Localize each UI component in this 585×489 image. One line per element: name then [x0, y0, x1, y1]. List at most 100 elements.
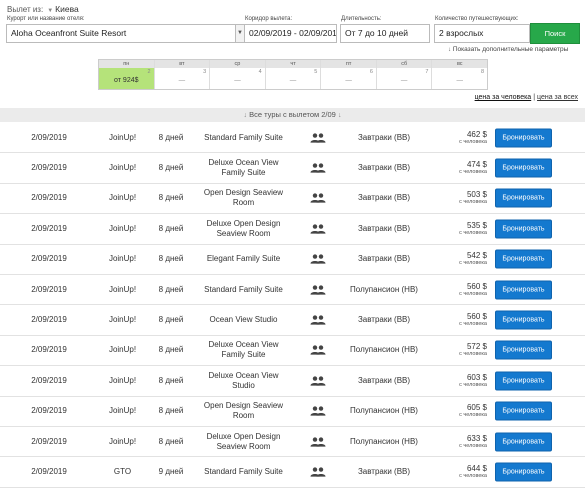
tour-operator: JoinUp! — [108, 315, 137, 325]
tour-operator: JoinUp! — [108, 254, 137, 264]
tour-date: 2/09/2019 — [31, 132, 67, 142]
search-button[interactable]: Поиск — [530, 23, 580, 44]
tour-price-unit: с человека — [459, 138, 487, 145]
nights-select[interactable]: От 7 до 10 дней — [340, 24, 430, 43]
calendar-day-number: 8 — [480, 69, 485, 75]
tour-meal: Завтраки (BB) — [357, 163, 411, 173]
book-button[interactable]: Бронировать — [495, 280, 552, 300]
tour-operator: JoinUp! — [108, 284, 137, 294]
tour-meal: Завтраки (BB) — [357, 132, 411, 142]
book-button[interactable]: Бронировать — [495, 310, 552, 330]
tour-room: Open Design Seaview Room — [203, 188, 284, 208]
chevron-down-icon[interactable]: ▼ — [47, 8, 53, 14]
tour-price: 474 $ с человека — [425, 153, 487, 182]
calendar-day-price: — — [400, 77, 408, 84]
book-button[interactable]: Бронировать — [495, 462, 552, 482]
price-per-person-option[interactable]: цена за человека — [475, 94, 532, 101]
calendar-day-body: 3— — [154, 68, 210, 89]
table-row: 2/09/2019 JoinUp! 8 дней Open Design Seavie… — [0, 184, 585, 215]
tour-duration: 8 дней — [158, 345, 184, 355]
travellers-select[interactable]: 2 взрослых — [434, 24, 530, 43]
calendar-day-price: — — [234, 77, 241, 84]
book-button[interactable]: Бронировать — [495, 340, 552, 360]
two-persons-icon — [300, 305, 336, 334]
departure-city[interactable]: Киева — [55, 4, 79, 14]
price-mode-toggle: цена за человека | цена за всех — [475, 94, 578, 101]
tour-price-amount: 535 $ — [466, 220, 487, 230]
tour-duration: 8 дней — [158, 254, 184, 264]
book-button[interactable]: Бронировать — [495, 188, 552, 208]
hotel-input[interactable]: Aloha Oceanfront Suite Resort — [6, 24, 236, 43]
tour-room: Standard Family Suite — [204, 132, 283, 142]
calendar-day-price: — — [456, 77, 464, 84]
calendar-day[interactable]: чт 5— — [265, 60, 322, 89]
calendar-day-name: вс — [432, 60, 488, 68]
tour-operator: JoinUp! — [108, 345, 137, 355]
departure-label: Вылет из: — [7, 5, 44, 14]
calendar-day[interactable]: пт 6— — [321, 60, 377, 89]
tour-price: 572 $ с человека — [425, 336, 487, 365]
calendar-day-name: чт — [265, 60, 321, 68]
tours-list: 2/09/2019 JoinUp! 8 дней Standard Family Su… — [0, 123, 585, 488]
tour-meal: Полупансион (HB) — [350, 284, 418, 294]
tour-price: 462 $ с человека — [425, 123, 487, 152]
price-calendar: пн 2 от 924$ вт 3— ср 4— чт 5— пт 6— сб 7— вс 8— — [98, 59, 488, 90]
tour-price-amount: 474 $ — [466, 160, 487, 170]
tour-meal: Полупансион (HB) — [350, 345, 418, 355]
calendar-day-number: 3 — [203, 69, 207, 75]
tour-duration: 8 дней — [158, 315, 184, 325]
tour-price: 605 $ с человека — [425, 397, 487, 426]
tour-price: 603 $ с человека — [425, 366, 487, 395]
book-button[interactable]: Бронировать — [495, 249, 552, 269]
tour-operator: JoinUp! — [108, 223, 137, 233]
calendar-day[interactable]: вс 8— — [432, 60, 488, 89]
price-for-all-option[interactable]: цена за всех — [537, 94, 578, 101]
arrow-down-icon: ↓ — [243, 112, 248, 119]
calendar-day-number: 7 — [425, 69, 429, 75]
calendar-day[interactable]: вт 3— — [154, 60, 211, 89]
nights-label: Длительность: — [341, 16, 382, 22]
dates-input[interactable]: 02/09/2019 - 02/09/2019 — [245, 24, 337, 43]
tour-price-unit: с человека — [459, 199, 487, 206]
tour-duration: 8 дней — [158, 132, 184, 142]
tour-date: 2/09/2019 — [31, 406, 67, 416]
tour-operator: JoinUp! — [108, 163, 137, 173]
book-button[interactable]: Бронировать — [495, 401, 552, 421]
tour-price-unit: с человека — [459, 229, 487, 236]
tour-price-amount: 560 $ — [466, 312, 487, 322]
hotel-dropdown-toggle[interactable]: ▼ — [236, 24, 245, 43]
tour-price-unit: с человека — [459, 381, 487, 388]
extra-params-link[interactable]: ↓ Показать дополнительные параметры — [448, 46, 568, 53]
book-button[interactable]: Бронировать — [495, 158, 552, 178]
pax-label: Количество путешествующих: — [435, 16, 519, 22]
book-button[interactable]: Бронировать — [495, 432, 552, 452]
tour-operator: JoinUp! — [108, 436, 137, 446]
tour-price-amount: 633 $ — [466, 433, 487, 443]
tour-date: 2/09/2019 — [31, 315, 67, 325]
arrow-down-icon: ↓ — [448, 47, 451, 53]
tour-operator: JoinUp! — [108, 375, 137, 385]
calendar-day-name: сб — [376, 60, 432, 68]
two-persons-icon — [300, 153, 336, 182]
tour-duration: 8 дней — [158, 163, 184, 173]
calendar-day[interactable]: пн 2 от 924$ — [99, 60, 155, 89]
tour-price: 560 $ с человека — [425, 275, 487, 304]
tour-price-amount: 560 $ — [466, 281, 487, 291]
calendar-day[interactable]: сб 7 — — [376, 60, 433, 89]
tour-price-amount: 542 $ — [466, 251, 487, 261]
tour-duration: 8 дней — [158, 436, 184, 446]
tour-duration: 8 дней — [158, 223, 184, 233]
tour-price-unit: с человека — [459, 321, 487, 328]
tour-date: 2/09/2019 — [31, 345, 67, 355]
book-button[interactable]: Бронировать — [495, 371, 552, 391]
tours-section-header[interactable]: ↓ Все туры с вылетом 2/09 ↓ — [0, 108, 585, 122]
two-persons-icon — [300, 457, 336, 486]
calendar-day-body: 8— — [432, 68, 488, 89]
tour-price-unit: с человека — [459, 442, 487, 449]
tour-operator: JoinUp! — [108, 193, 137, 203]
book-button[interactable]: Бронировать — [495, 219, 552, 239]
calendar-day[interactable]: ср 4— — [210, 60, 266, 89]
calendar-day-name: ср — [210, 60, 265, 68]
book-button[interactable]: Бронировать — [495, 128, 552, 148]
tour-duration: 8 дней — [158, 284, 184, 294]
